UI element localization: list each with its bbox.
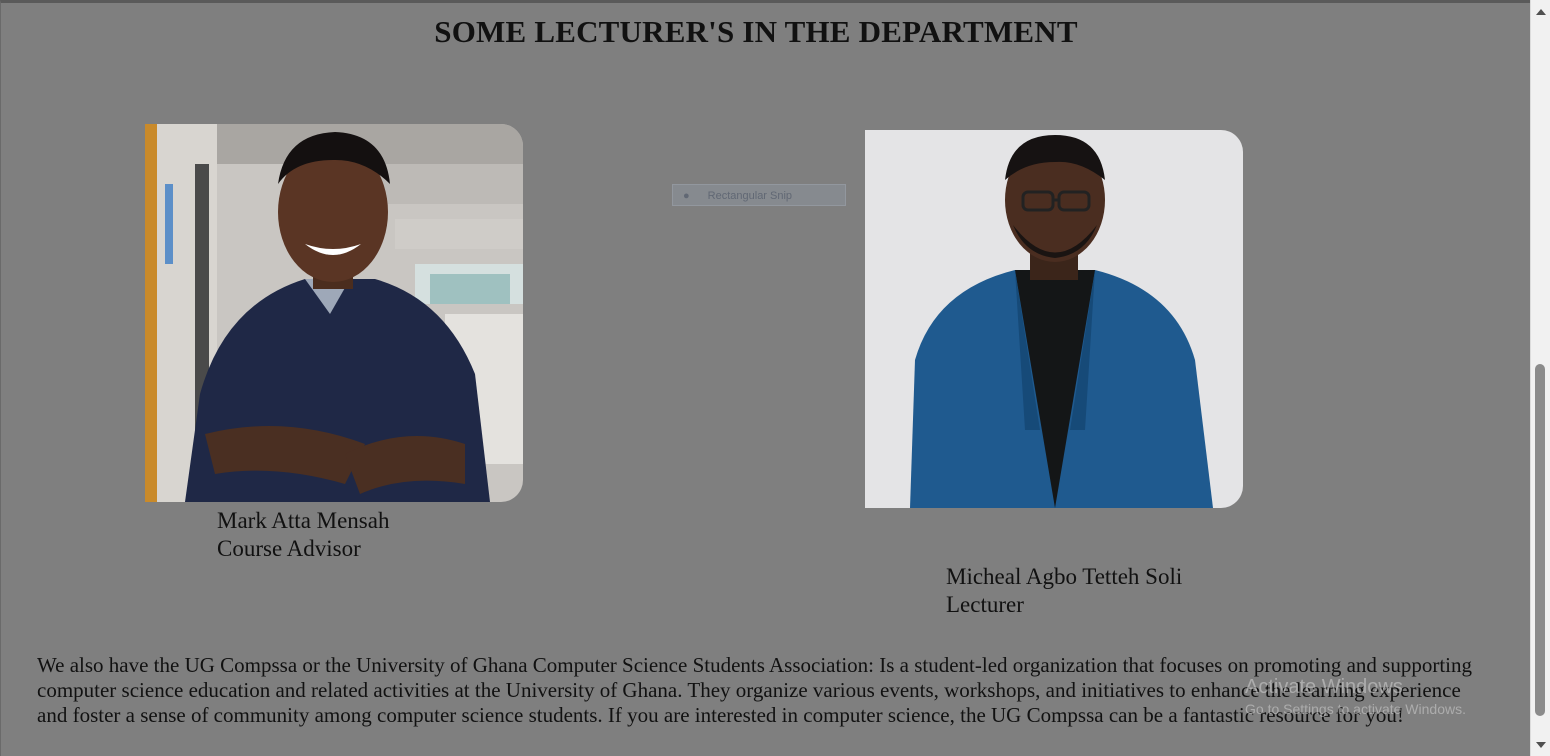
- section-title: SOME LECTURER'S IN THE DEPARTMENT: [434, 14, 1078, 49]
- lecturer-card-micheal: Micheal Agbo Tetteh Soli Lecturer: [946, 563, 1182, 619]
- lecturer-card-mark: Mark Atta Mensah Course Advisor: [217, 507, 389, 563]
- watermark-line-1: Activate Windows: [1245, 676, 1403, 698]
- windows-activation-watermark: Activate Windows Go to Settings to activ…: [1245, 676, 1466, 717]
- snip-icon: ●: [683, 190, 690, 202]
- lecturer-name: Mark Atta Mensah: [217, 508, 390, 533]
- scroll-up-arrow-icon[interactable]: [1536, 9, 1546, 15]
- vertical-scrollbar[interactable]: [1530, 0, 1550, 756]
- lecturer-name: Micheal Agbo Tetteh Soli: [946, 564, 1183, 589]
- snip-label: Rectangular Snip: [707, 190, 793, 202]
- lecturer-role: Course Advisor: [217, 536, 361, 561]
- scrollbar-thumb[interactable]: [1535, 364, 1545, 716]
- lecturer-role: Lecturer: [946, 592, 1024, 617]
- lecturer-photo-mark: [145, 124, 523, 502]
- lecturer-photo-micheal: [865, 130, 1243, 508]
- snip-tool-overlay: ● Rectangular Snip: [672, 184, 846, 206]
- scroll-down-arrow-icon[interactable]: [1536, 742, 1546, 748]
- watermark-line-2: Go to Settings to activate Windows.: [1245, 701, 1466, 717]
